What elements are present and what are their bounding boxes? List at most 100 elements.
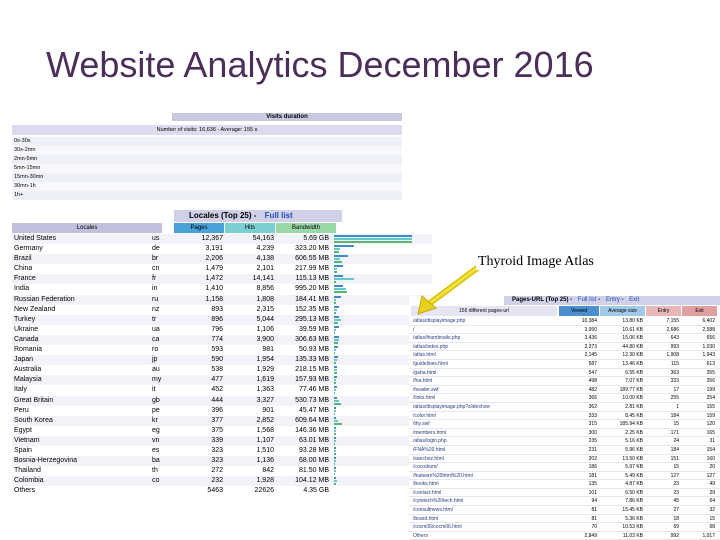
pages-url-size: 7.07 KB — [625, 378, 643, 385]
pages-url-path-link[interactable]: /atlas/displayimage.php — [413, 317, 465, 326]
locale-name: Malaysia — [14, 376, 42, 384]
pages-url-path-link[interactable]: /thy.swf — [413, 420, 430, 429]
locale-code: eg — [152, 426, 160, 434]
pages-url-entry-link[interactable]: Entry — [606, 297, 620, 303]
pages-url-path-link[interactable]: /fnalearn%20html%20.html — [413, 472, 473, 481]
pages-url-full-list-link[interactable]: Full list — [578, 297, 597, 303]
locale-bars — [334, 436, 414, 445]
pages-url-path-link[interactable]: /atlas/thumbnails.php — [413, 334, 460, 343]
locale-row: Canada ca 774 3,900 306.63 MB — [12, 334, 432, 346]
locale-bandwidth: 50.93 MB — [299, 346, 329, 354]
pages-url-entry: 2,686 — [666, 326, 679, 333]
pages-url-rows: /atlas/displayimage.php 10,384 13.80 KB 7,1… — [409, 317, 720, 540]
locale-bars — [334, 406, 414, 415]
pages-url-exit: 356 — [706, 378, 715, 385]
pages-url-path-link[interactable]: /atlas/displayimage.php?slideshow — [413, 403, 490, 412]
locale-hits: 1,929 — [256, 366, 274, 374]
visits-duration-table: 0s-30s 30s-2mn 2mn-5mn 5mn-15mn 15mn-30mn 30m… — [12, 137, 402, 200]
locale-bandwidth: 93.28 MB — [299, 446, 329, 454]
locale-name: Turkey — [14, 315, 36, 323]
pages-url-exit: 32 — [709, 507, 715, 514]
pages-bar — [334, 255, 348, 258]
pages-url-path-link[interactable]: /header.swf — [413, 386, 439, 395]
locale-hits: 4,138 — [256, 255, 274, 263]
pages-url-path-link[interactable]: /cocodrum/ — [413, 463, 438, 472]
locales-full-list-link[interactable]: Full list — [265, 211, 293, 220]
locale-row: Thailand th 272 842 81.50 MB — [12, 466, 432, 476]
locale-pages: 896 — [211, 315, 223, 323]
locale-code: de — [152, 245, 160, 253]
pages-url-path-link[interactable]: /color.html — [413, 412, 436, 421]
locale-bandwidth: 152.35 MB — [295, 305, 329, 313]
pages-url-path-link[interactable]: /links.html — [413, 394, 435, 403]
pages-url-path-link[interactable]: /books.html — [413, 480, 439, 489]
locale-row: Turkey tr 896 5,044 295.13 MB — [12, 314, 432, 325]
pages-url-path-link[interactable]: /FNA%20.html — [413, 446, 445, 455]
pages-url-exit: 1,030 — [702, 343, 715, 350]
locale-bandwidth: 157.93 MB — [295, 376, 329, 384]
pages-url-row: /atlas/thumbnails.php 3,436 15.06 KB 643 656 — [409, 334, 720, 343]
pages-url-path-link[interactable]: /fna.html — [413, 377, 432, 386]
locale-pages: 323 — [211, 446, 223, 454]
hits-bar — [334, 449, 336, 452]
pages-url-exit: 120 — [706, 421, 715, 428]
pages-url-viewed: 235 — [588, 438, 597, 445]
pages-url-size: 15.06 KB — [622, 335, 643, 342]
locale-code: kr — [152, 416, 158, 424]
pages-url-entry: 363 — [670, 369, 679, 376]
pages-url-path-link[interactable]: Others — [413, 532, 428, 540]
pages-bar — [334, 285, 343, 288]
pages-url-exit-link[interactable]: Exit — [629, 297, 639, 303]
locale-name: Bosnia-Herzegovina — [14, 457, 78, 465]
pages-url-row: /links.html 366 10.00 KB 255 254 — [409, 394, 720, 403]
pages-url-path-link[interactable]: /cocm06/cocm06.html — [413, 523, 462, 532]
pages-bar — [334, 295, 341, 298]
pages-url-path-link[interactable]: /gaba.html — [413, 369, 436, 378]
pages-url-path-link[interactable]: /atlas/login.php — [413, 437, 447, 446]
pages-url-path-link[interactable]: /sanchez.html — [413, 455, 444, 464]
locale-name: Ukraine — [14, 325, 39, 333]
pages-url-size: 8.45 KB — [625, 412, 643, 419]
pages-url-path-link[interactable]: /guidelines.html — [413, 360, 448, 369]
locale-bars — [334, 285, 414, 294]
pages-bar — [334, 245, 354, 248]
bandwidth-bar — [334, 251, 339, 254]
hits-bar — [334, 288, 346, 291]
locale-pages: 377 — [211, 416, 223, 424]
bandwidth-bar — [334, 271, 337, 274]
pages-url-path-link[interactable]: /atlas.html — [413, 351, 436, 360]
locale-row: India in 1,410 8,856 995.20 MB — [12, 284, 432, 294]
pages-url-viewed: 498 — [588, 378, 597, 385]
bandwidth-bar — [334, 392, 335, 395]
locale-row: Ukraine ua 796 1,106 39.59 MB — [12, 325, 432, 335]
pages-bar — [334, 366, 337, 369]
pages-url-path-link[interactable]: /atlas/index.php — [413, 343, 448, 352]
pages-url-entry: 15 — [673, 464, 679, 471]
hits-bar — [334, 318, 341, 321]
pages-bar — [334, 446, 336, 449]
pages-url-path-link[interactable]: /contact.html — [413, 489, 441, 498]
pages-url-row: /sanchez.html 202 13.50 KB 151 160 — [409, 455, 720, 464]
hits-bar — [334, 419, 338, 422]
bandwidth-bar — [334, 412, 335, 415]
pages-url-path-link[interactable]: /board.html — [413, 515, 438, 524]
locale-name: United States — [14, 235, 57, 242]
pages-url-size: 4.87 KB — [625, 481, 643, 488]
bandwidth-bar — [334, 311, 336, 314]
bandwidth-bar — [334, 331, 335, 334]
pages-url-row: /members.html 300 2.25 KB 171 165 — [409, 429, 720, 438]
locale-bars — [334, 325, 414, 334]
locale-hits: 22626 — [254, 487, 274, 495]
pages-url-path-link[interactable]: /members.html — [413, 429, 446, 438]
pages-url-path-link[interactable]: / — [413, 326, 414, 335]
locale-bars — [334, 275, 414, 284]
pages-url-path-link[interactable]: /consultnews.html — [413, 506, 453, 515]
locale-code: my — [152, 376, 162, 384]
pages-url-exit: 1,943 — [702, 352, 715, 359]
bandwidth-bar — [334, 473, 335, 476]
pages-bar — [334, 305, 339, 308]
pages-url-exit: 160 — [706, 455, 715, 462]
locale-name: Great Britain — [14, 396, 54, 404]
pages-url-path-link[interactable]: /cytotech%20tech.html — [413, 497, 463, 506]
locale-bandwidth: 104.12 MB — [295, 477, 329, 485]
